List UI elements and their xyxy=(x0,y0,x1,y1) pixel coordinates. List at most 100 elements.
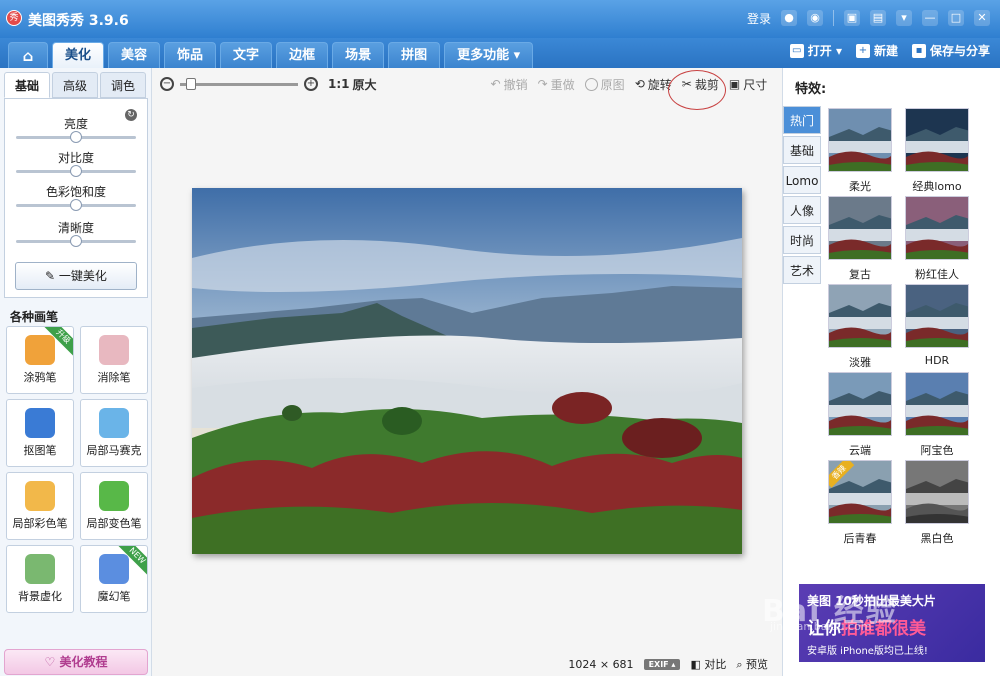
effects-panel: 特效: 热门 基础 Lomo 人像 时尚 艺术 柔光 经典lomo 复古 粉红佳… xyxy=(782,68,1000,676)
effect-thumb xyxy=(828,108,892,172)
tab-more[interactable]: 更多功能 ▾ xyxy=(444,42,534,68)
doodle-brush-icon xyxy=(25,335,55,365)
tab-accessories[interactable]: 饰品 xyxy=(164,42,217,68)
brush-magic[interactable]: 魔幻笔 NEW xyxy=(80,545,148,613)
qq-icon[interactable]: ● xyxy=(781,10,797,26)
category-hot[interactable]: 热门 xyxy=(783,106,821,134)
login-link[interactable]: 登录 xyxy=(747,10,771,27)
effect-categories: 热门 基础 Lomo 人像 时尚 艺术 xyxy=(783,106,821,286)
category-portrait[interactable]: 人像 xyxy=(783,196,821,224)
compare-button[interactable]: ◧ 对比 xyxy=(690,656,726,672)
brush-doodle[interactable]: 涂鸦笔 升级 xyxy=(6,326,74,394)
brush-local-color[interactable]: 局部彩色笔 xyxy=(6,472,74,540)
tab-home[interactable]: ⌂ xyxy=(8,42,48,68)
subtab-advanced[interactable]: 高级 xyxy=(52,72,98,98)
menu-icon[interactable]: ▾ xyxy=(896,10,912,26)
open-button[interactable]: ▭ 打开 ▾ xyxy=(789,42,842,59)
adjust-panel: ↻ 亮度 对比度 色彩饱和度 清晰度 ✎ 一键美化 xyxy=(4,98,148,298)
tab-collage[interactable]: 拼图 xyxy=(388,42,441,68)
ad-subtext: 安卓版 iPhone版均已上线! xyxy=(807,646,928,657)
skin-icon[interactable]: ▣ xyxy=(844,10,860,26)
original-button[interactable]: 原图 xyxy=(584,76,625,93)
blur-icon xyxy=(25,554,55,584)
divider xyxy=(833,10,834,26)
effect-abao[interactable]: 阿宝色 xyxy=(905,372,969,458)
redo-button[interactable]: ↷ 重做 xyxy=(538,76,575,93)
watermark-url: jingyan.baidu.com xyxy=(770,620,872,633)
new-button[interactable]: + 新建 xyxy=(855,42,898,59)
effects-title: 特效: xyxy=(795,82,827,97)
zoom-knob[interactable] xyxy=(185,77,196,90)
magic-pen-icon xyxy=(99,554,129,584)
effect-hdr[interactable]: HDR xyxy=(905,284,969,367)
effect-classic-lomo[interactable]: 经典lomo xyxy=(905,108,969,194)
minimize-icon[interactable]: — xyxy=(922,10,938,26)
brightness-label: 亮度 xyxy=(63,117,88,131)
footprint-icon: ♡ xyxy=(44,655,60,669)
one-click-beautify-button[interactable]: ✎ 一键美化 xyxy=(15,262,137,290)
slider-knob[interactable] xyxy=(70,199,82,211)
wand-icon: ✎ xyxy=(45,269,59,283)
weibo-icon[interactable]: ◉ xyxy=(807,10,823,26)
actual-size-button[interactable]: 1:1 原大 xyxy=(328,76,377,93)
redo-icon: ↷ xyxy=(537,77,548,91)
effect-pink-lady[interactable]: 粉红佳人 xyxy=(905,196,969,282)
edited-photo[interactable] xyxy=(192,188,742,554)
preview-icon: ⌕ xyxy=(736,658,746,671)
category-lomo[interactable]: Lomo xyxy=(783,166,821,194)
effect-thumb xyxy=(905,284,969,348)
brush-mosaic[interactable]: 局部马赛克 xyxy=(80,399,148,467)
category-basic[interactable]: 基础 xyxy=(783,136,821,164)
compare-icon: ◧ xyxy=(690,658,705,671)
effect-thumb xyxy=(905,372,969,436)
brush-cutout[interactable]: 抠图笔 xyxy=(6,399,74,467)
effect-black-white[interactable]: 黑白色 xyxy=(905,460,969,546)
subtab-color[interactable]: 调色 xyxy=(100,72,146,98)
original-icon xyxy=(584,77,598,91)
effect-thumb xyxy=(828,196,892,260)
tab-text[interactable]: 文字 xyxy=(220,42,273,68)
slider-knob[interactable] xyxy=(70,235,82,247)
brush-color-change[interactable]: 局部变色笔 xyxy=(80,472,148,540)
effect-elegant[interactable]: 淡雅 xyxy=(828,284,892,370)
zoom-out-icon[interactable]: − xyxy=(160,77,174,91)
brush-bg-blur[interactable]: 背景虚化 xyxy=(6,545,74,613)
tutorial-button[interactable]: ♡ 美化教程 xyxy=(4,649,148,675)
tab-scene[interactable]: 场景 xyxy=(332,42,385,68)
effect-cloud[interactable]: 云端 xyxy=(828,372,892,458)
effect-thumb xyxy=(905,196,969,260)
category-fashion[interactable]: 时尚 xyxy=(783,226,821,254)
brush-eraser[interactable]: 消除笔 xyxy=(80,326,148,394)
effect-retro[interactable]: 复古 xyxy=(828,196,892,282)
exif-button[interactable]: EXIF ▴ xyxy=(643,658,681,670)
slider-knob[interactable] xyxy=(70,165,82,177)
tab-frame[interactable]: 边框 xyxy=(276,42,329,68)
preview-button[interactable]: ⌕ 预览 xyxy=(736,656,768,672)
image-dimensions: 1024 × 681 xyxy=(568,657,634,671)
resize-button[interactable]: ▣ 尺寸 xyxy=(729,76,767,93)
saturation-label: 色彩饱和度 xyxy=(45,185,106,199)
effect-soft-light[interactable]: 柔光 xyxy=(828,108,892,194)
category-art[interactable]: 艺术 xyxy=(783,256,821,284)
close-icon[interactable]: ✕ xyxy=(974,10,990,26)
zoom-in-icon[interactable]: + xyxy=(304,77,318,91)
effect-youth[interactable]: 香辣 后青春 xyxy=(828,460,892,546)
contrast-label: 对比度 xyxy=(57,151,94,165)
subtab-basic[interactable]: 基础 xyxy=(4,72,50,98)
undo-button[interactable]: ↶ 撤销 xyxy=(491,76,528,93)
slider-knob[interactable] xyxy=(70,131,82,143)
tab-beautify[interactable]: 美化 xyxy=(52,42,105,68)
zoom-slider[interactable] xyxy=(180,77,298,90)
maximize-icon[interactable]: □ xyxy=(948,10,964,26)
saturation-slider[interactable] xyxy=(16,199,136,211)
rotate-button[interactable]: ⟲ 旋转 xyxy=(635,76,672,93)
save-share-button[interactable]: ▪ 保存与分享 xyxy=(911,42,990,59)
brush-section-title: 各种画笔 xyxy=(10,310,59,324)
tab-beauty[interactable]: 美容 xyxy=(108,42,161,68)
feedback-icon[interactable]: ▤ xyxy=(870,10,886,26)
contrast-slider[interactable] xyxy=(16,165,136,177)
home-icon: ⌂ xyxy=(22,47,34,65)
landscape-image xyxy=(192,188,742,554)
brightness-slider[interactable] xyxy=(16,131,136,143)
sharpness-slider[interactable] xyxy=(16,235,136,247)
